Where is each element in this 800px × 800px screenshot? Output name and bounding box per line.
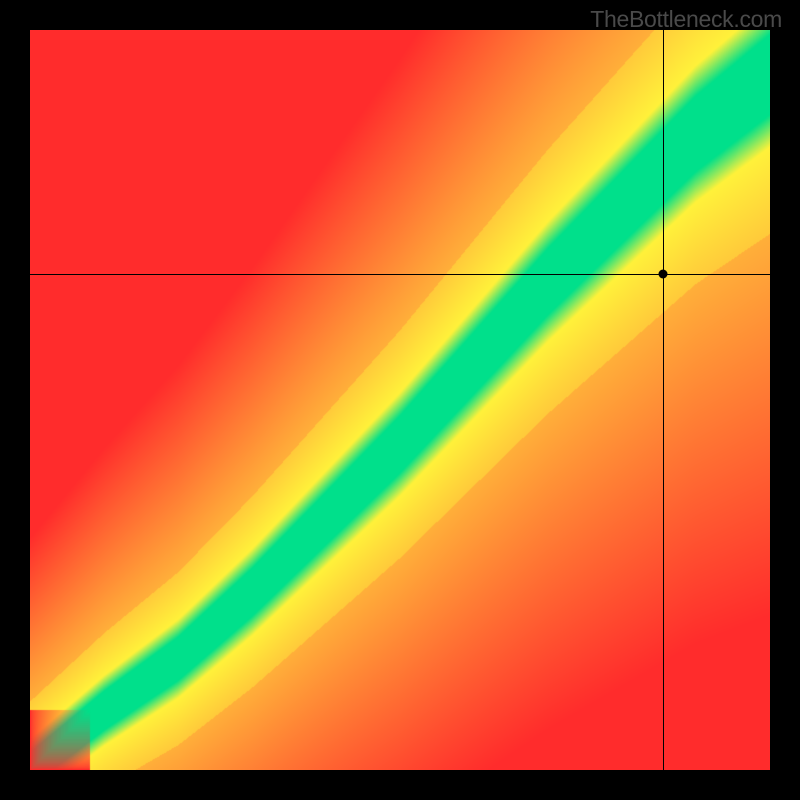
crosshair-vertical bbox=[663, 30, 664, 770]
heatmap-canvas bbox=[30, 30, 770, 770]
chart-container: TheBottleneck.com bbox=[0, 0, 800, 800]
plot-area bbox=[30, 30, 770, 770]
watermark-text: TheBottleneck.com bbox=[590, 6, 782, 33]
intersection-marker bbox=[658, 270, 667, 279]
